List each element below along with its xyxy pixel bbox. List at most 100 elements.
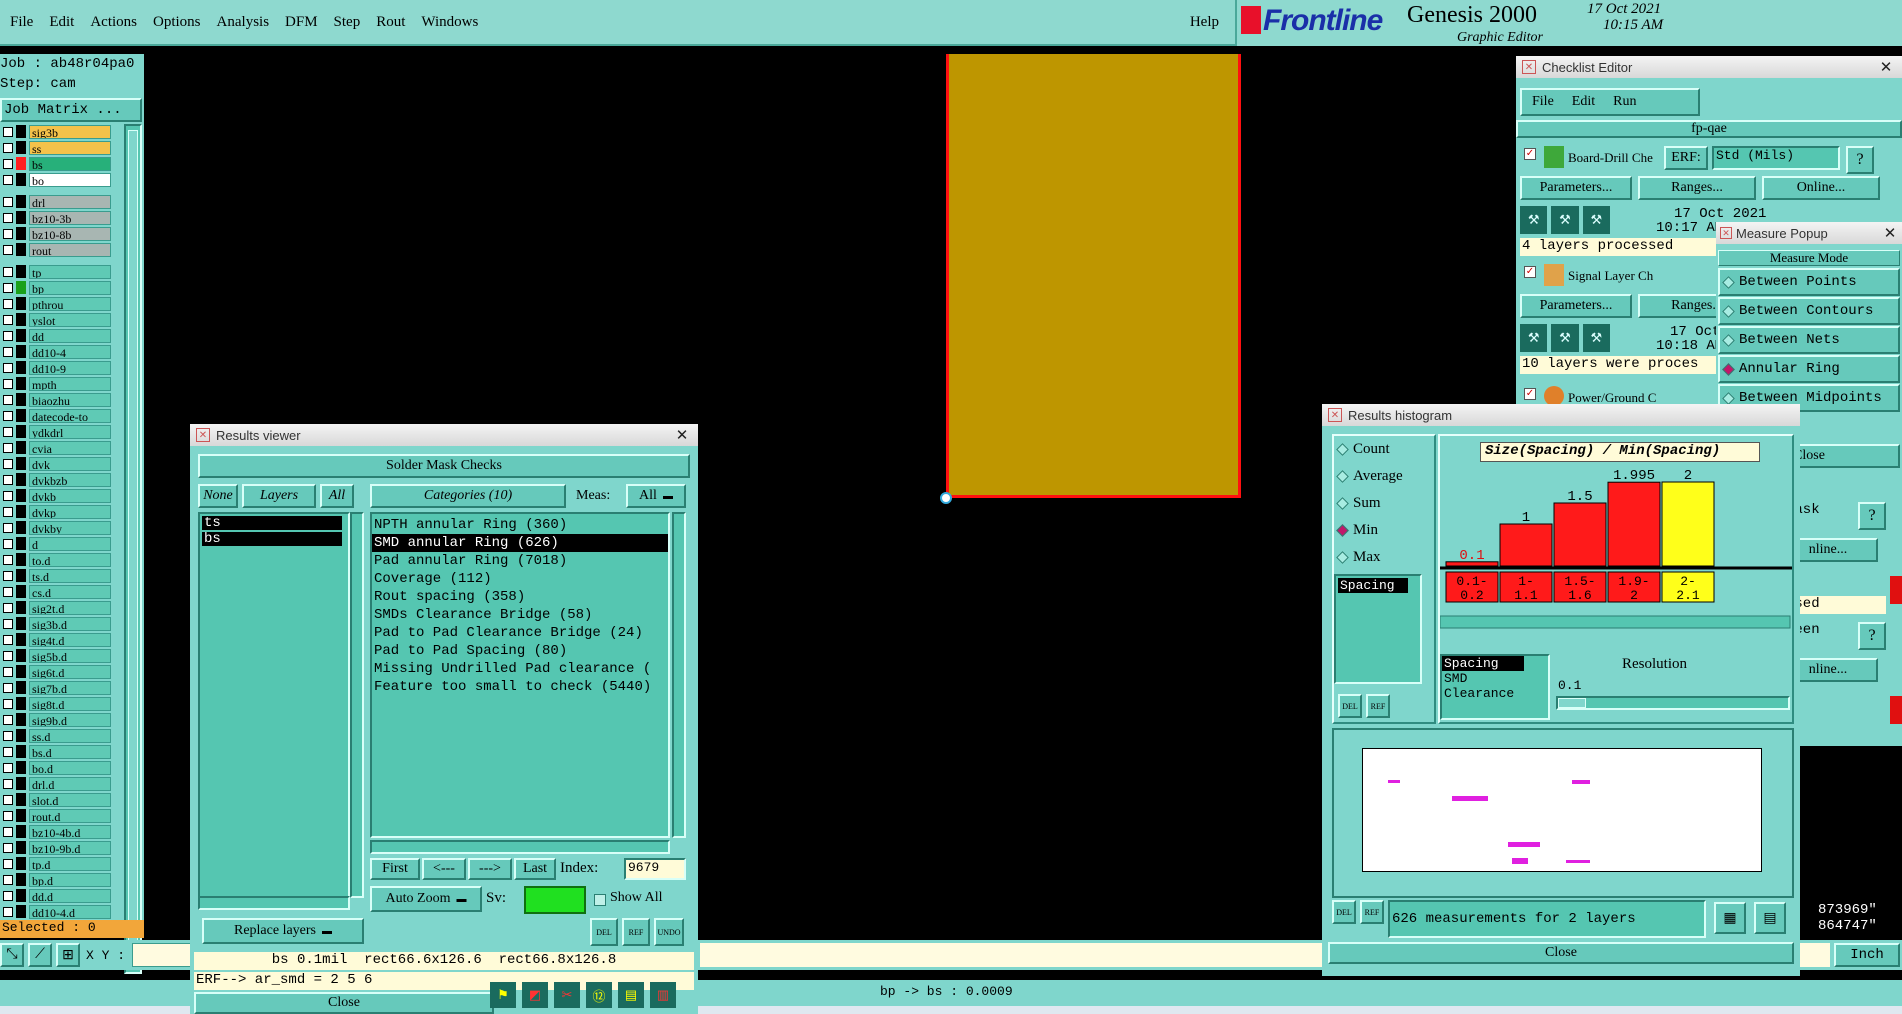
layer-checkbox[interactable] xyxy=(3,586,13,597)
category-item[interactable]: SMDs Clearance Bridge (58) xyxy=(372,606,668,624)
layer-name[interactable]: dd10-4.d xyxy=(29,904,111,919)
layer-name[interactable]: bz10-4b.d xyxy=(29,824,111,839)
layer-scrollbar[interactable] xyxy=(124,124,142,974)
layer-checkbox[interactable] xyxy=(3,730,13,741)
item-name[interactable]: Board-Drill Che xyxy=(1568,150,1664,166)
histogram-bar[interactable] xyxy=(1607,481,1661,567)
histogram-bar[interactable] xyxy=(1553,502,1607,567)
layer-row[interactable]: sig8t.d xyxy=(0,696,114,711)
layer-row[interactable]: bp xyxy=(0,280,114,295)
ref-button[interactable]: REF xyxy=(1360,900,1384,924)
category-item[interactable]: Missing Undrilled Pad clearance ( xyxy=(372,660,668,678)
measure-icon[interactable]: ⟋ xyxy=(28,943,52,967)
menu-analysis[interactable]: Analysis xyxy=(209,14,278,31)
mode-sum-radio[interactable]: Sum xyxy=(1334,490,1434,517)
layer-row[interactable]: biaozhu xyxy=(0,392,114,407)
tool-icon[interactable]: ▥ xyxy=(650,982,676,1008)
layer-row[interactable]: bo xyxy=(0,172,114,187)
list-item[interactable]: SMD xyxy=(1442,671,1548,686)
layer-checkbox[interactable] xyxy=(3,554,13,565)
layer-row[interactable]: cvia xyxy=(0,440,114,455)
menu-edit[interactable]: Edit xyxy=(41,14,82,31)
erf-value-field[interactable]: Std (Mils) xyxy=(1712,146,1840,170)
layers-scrollbar[interactable] xyxy=(350,512,364,898)
layer-checkbox[interactable] xyxy=(3,858,13,869)
first-button[interactable]: First xyxy=(370,858,420,880)
layer-row[interactable]: tp.d xyxy=(0,856,114,871)
undo-button[interactable]: UNDO xyxy=(654,918,684,946)
categories-button[interactable]: Categories (10) xyxy=(370,484,566,508)
snap-grid-icon[interactable]: ⊞ xyxy=(56,943,80,967)
item-checkbox[interactable]: ✓ xyxy=(1524,388,1536,400)
layer-row[interactable]: sig4t.d xyxy=(0,632,114,647)
layer-checkbox[interactable] xyxy=(3,634,13,645)
histogram-titlebar[interactable]: ✕ Results histogram xyxy=(1322,404,1800,426)
layer-checkbox[interactable] xyxy=(3,228,13,239)
layer-checkbox[interactable] xyxy=(3,794,13,805)
results-viewer-titlebar[interactable]: ✕ Results viewer ✕ xyxy=(190,424,698,446)
checklist-menu-run[interactable]: Run xyxy=(1613,94,1636,110)
layer-row[interactable]: dvkbzb xyxy=(0,472,114,487)
measure-mode-between-points[interactable]: Between Points xyxy=(1718,268,1900,296)
resolution-slider[interactable] xyxy=(1556,696,1790,710)
menu-dfm[interactable]: DFM xyxy=(277,14,326,31)
layer-row[interactable]: sig9b.d xyxy=(0,712,114,727)
layer-checkbox[interactable] xyxy=(3,506,13,517)
layer-name[interactable]: sig7b.d xyxy=(29,680,111,695)
tool-icon[interactable]: ⚑ xyxy=(490,982,516,1008)
layer-name[interactable]: bs xyxy=(29,156,111,171)
measure-mode-between-nets[interactable]: Between Nets xyxy=(1718,326,1900,354)
layer-item[interactable]: bs xyxy=(202,532,342,546)
ranges-button[interactable]: Ranges... xyxy=(1638,176,1756,200)
layer-checkbox[interactable] xyxy=(3,698,13,709)
tool-icon[interactable]: ◩ xyxy=(522,982,548,1008)
layer-item[interactable]: ts xyxy=(202,516,342,530)
layer-name[interactable]: tp xyxy=(29,264,111,279)
layers-hscrollbar[interactable] xyxy=(198,896,350,910)
run-icon[interactable]: ⚒ xyxy=(1582,324,1610,352)
layer-name[interactable]: datecode-to xyxy=(29,408,111,423)
layer-checkbox[interactable] xyxy=(3,906,13,917)
help-button[interactable]: ? xyxy=(1846,146,1874,174)
layer-name[interactable]: bp.d xyxy=(29,872,111,887)
category-item[interactable]: Pad to Pad Clearance Bridge (24) xyxy=(372,624,668,642)
category-item[interactable]: Pad annular Ring (7018) xyxy=(372,552,668,570)
layer-checkbox[interactable] xyxy=(3,458,13,469)
del-button[interactable]: DEL xyxy=(1332,900,1356,924)
all-button[interactable]: All xyxy=(320,484,354,508)
layer-row[interactable]: pthrou xyxy=(0,296,114,311)
category-item[interactable]: Feature too small to check (5440) xyxy=(372,678,668,696)
layer-row[interactable]: sig3b.d xyxy=(0,616,114,631)
layer-name[interactable]: sig8t.d xyxy=(29,696,111,711)
scroll-thumb[interactable] xyxy=(128,130,138,966)
layer-row[interactable]: cs.d xyxy=(0,584,114,599)
layer-name[interactable]: drl xyxy=(29,194,111,209)
list-item[interactable]: Spacing xyxy=(1442,656,1524,671)
menu-options[interactable]: Options xyxy=(145,14,209,31)
pad-feature[interactable] xyxy=(946,54,1241,498)
job-matrix-button[interactable]: Job Matrix ... xyxy=(0,98,142,122)
layer-checkbox[interactable] xyxy=(3,650,13,661)
close-icon[interactable]: ✕ xyxy=(1876,58,1896,76)
layers-button[interactable]: Layers xyxy=(242,484,316,508)
item-checkbox[interactable]: ✓ xyxy=(1524,266,1536,278)
measure-mode-annular-ring[interactable]: Annular Ring xyxy=(1718,355,1900,383)
run-icon[interactable]: ⚒ xyxy=(1520,206,1548,234)
layer-name[interactable]: sig9b.d xyxy=(29,712,111,727)
layer-row[interactable]: bp.d xyxy=(0,872,114,887)
layer-name[interactable]: dd10-4 xyxy=(29,344,111,359)
meas-dropdown[interactable]: All ▬ xyxy=(626,484,686,508)
layer-checkbox[interactable] xyxy=(3,490,13,501)
layer-checkbox[interactable] xyxy=(3,618,13,629)
checklist-titlebar[interactable]: ✕ Checklist Editor ✕ xyxy=(1516,56,1902,78)
units-dropdown[interactable]: Inch xyxy=(1834,943,1900,967)
layer-checkbox[interactable] xyxy=(3,746,13,757)
run-icon[interactable]: ⚒ xyxy=(1551,206,1579,234)
menu-actions[interactable]: Actions xyxy=(82,14,145,31)
menu-step[interactable]: Step xyxy=(326,14,369,31)
category-item[interactable]: SMD annular Ring (626) xyxy=(372,534,668,552)
results-viewer-close-button[interactable]: Close xyxy=(194,992,494,1014)
run-icon[interactable]: ⚒ xyxy=(1551,324,1579,352)
layer-name[interactable]: dvkb xyxy=(29,488,111,503)
layer-checkbox[interactable] xyxy=(3,314,13,325)
